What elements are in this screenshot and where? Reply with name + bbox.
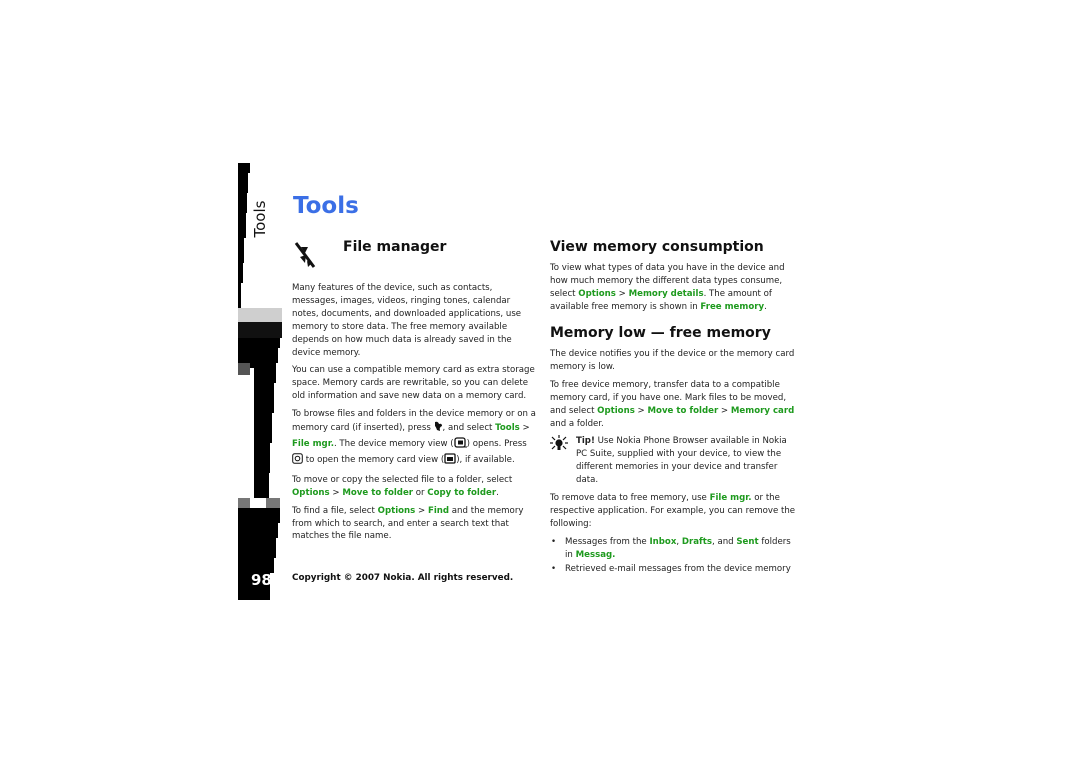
tip-label: Tip!: [576, 436, 595, 447]
link-drafts[interactable]: Drafts: [682, 537, 712, 547]
paragraph: To find a file, select Options > Find an…: [292, 505, 524, 542]
link-tools[interactable]: Tools: [495, 423, 520, 433]
device-memory-icon: [453, 437, 467, 453]
view-memory-body: To view what types of data you have in t…: [550, 262, 800, 319]
file-manager-body: Many features of the device, such as con…: [292, 282, 536, 548]
link-memory-details[interactable]: Memory details: [629, 289, 704, 299]
paragraph: To browse files and folders in the devic…: [292, 408, 536, 469]
memory-low-heading: Memory low — free memory: [550, 325, 771, 341]
removal-list: Messages from the Inbox, Drafts, and Sen…: [550, 536, 800, 576]
list-item: Retrieved e-mail messages from the devic…: [550, 563, 800, 576]
link-move-to-folder[interactable]: Move to folder: [342, 488, 413, 498]
link-memory-card[interactable]: Memory card: [731, 406, 794, 416]
file-manager-heading: File manager: [343, 239, 447, 255]
link-options[interactable]: Options: [292, 488, 330, 498]
link-move-to-folder[interactable]: Move to folder: [648, 406, 719, 416]
paragraph: You can use a compatible memory card as …: [292, 365, 535, 402]
view-memory-heading: View memory consumption: [550, 239, 764, 255]
tip-box: Tip! Use Nokia Phone Browser available i…: [550, 435, 800, 487]
paragraph: To move or copy the selected file to a f…: [292, 474, 513, 498]
memory-low-body: The device notifies you if the device or…: [550, 348, 800, 577]
file-manager-icon: [294, 241, 316, 269]
side-tab-label: Tools: [251, 200, 269, 238]
menu-key-icon: [434, 421, 443, 437]
link-options[interactable]: Options: [578, 289, 616, 299]
page-number: 98: [251, 571, 272, 589]
page-title: Tools: [293, 193, 359, 219]
link-copy-to-folder[interactable]: Copy to folder: [427, 488, 496, 498]
lightbulb-icon: [550, 435, 568, 456]
memory-card-icon: [444, 453, 456, 469]
paragraph: Many features of the device, such as con…: [292, 283, 522, 358]
link-sent[interactable]: Sent: [736, 537, 758, 547]
ok-key-icon: [292, 453, 303, 469]
copyright-footer: Copyright © 2007 Nokia. All rights reser…: [292, 573, 514, 583]
manual-page: Tools 98 Tools File manager Many feature…: [0, 0, 1080, 763]
paragraph: To remove data to free memory, use File …: [550, 493, 796, 529]
link-file-mgr[interactable]: File mgr.: [710, 493, 752, 503]
paragraph: To view what types of data you have in t…: [550, 263, 785, 312]
link-options[interactable]: Options: [378, 506, 416, 516]
link-inbox[interactable]: Inbox: [649, 537, 676, 547]
link-find[interactable]: Find: [428, 506, 449, 516]
paragraph: To free device memory, transfer data to …: [550, 379, 795, 429]
link-file-mgr[interactable]: File mgr.: [292, 439, 334, 449]
tip-text: Use Nokia Phone Browser available in Nok…: [576, 436, 787, 486]
link-free-memory[interactable]: Free memory: [700, 302, 764, 312]
link-options[interactable]: Options: [597, 406, 635, 416]
link-messag[interactable]: Messag.: [576, 550, 616, 560]
paragraph: The device notifies you if the device or…: [550, 349, 795, 372]
list-item: Messages from the Inbox, Drafts, and Sen…: [550, 536, 800, 562]
